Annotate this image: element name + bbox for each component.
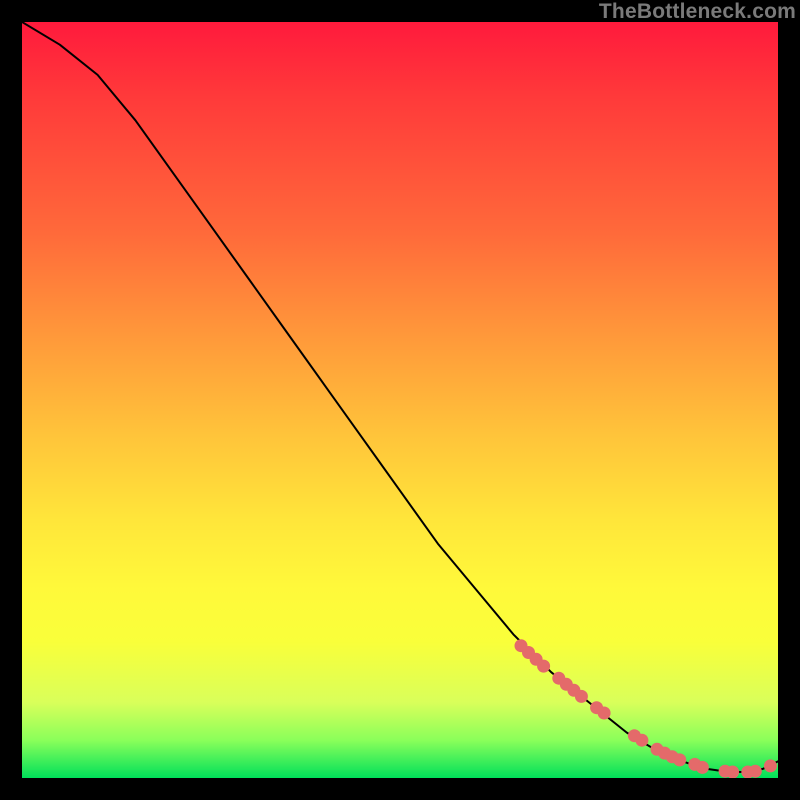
bottleneck-curve: [22, 22, 778, 772]
chart-overlay-svg: [22, 22, 778, 778]
watermark-text: TheBottleneck.com: [599, 0, 796, 24]
marker-dot: [726, 766, 739, 779]
marker-dot: [749, 765, 762, 778]
marker-dot: [696, 761, 709, 774]
marker-dot: [537, 660, 550, 673]
marker-dot: [673, 753, 686, 766]
marker-dot: [635, 734, 648, 747]
marker-dot: [575, 690, 588, 703]
highlighted-points: [515, 639, 777, 778]
marker-dot: [598, 707, 611, 720]
marker-dot: [764, 759, 777, 772]
chart-stage: TheBottleneck.com: [0, 0, 800, 800]
chart-plot-area: [22, 22, 778, 778]
